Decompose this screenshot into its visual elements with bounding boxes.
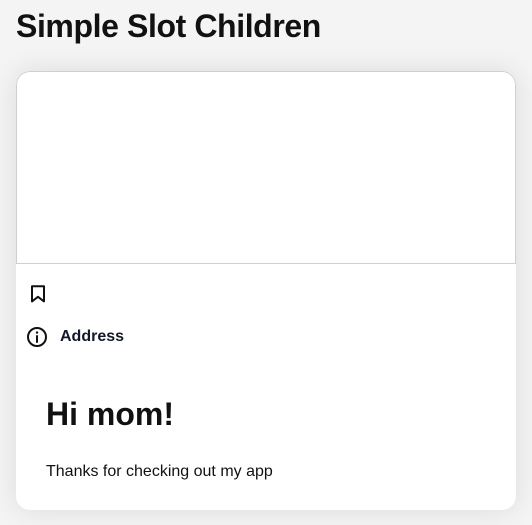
bookmark-icon[interactable]: [29, 284, 47, 304]
page-title: Simple Slot Children: [16, 8, 321, 44]
address-label: Address: [60, 328, 125, 345]
content-body-text: Thanks for checking out my app: [46, 463, 273, 480]
app-screen: Simple Slot Children Address Hi mom! Tha…: [0, 0, 532, 525]
content-card: Address Hi mom! Thanks for checking out …: [16, 71, 516, 510]
content-heading: Hi mom!: [46, 396, 174, 432]
card-media-area: [16, 71, 516, 264]
address-row[interactable]: Address: [26, 326, 124, 348]
info-icon: [26, 326, 48, 348]
